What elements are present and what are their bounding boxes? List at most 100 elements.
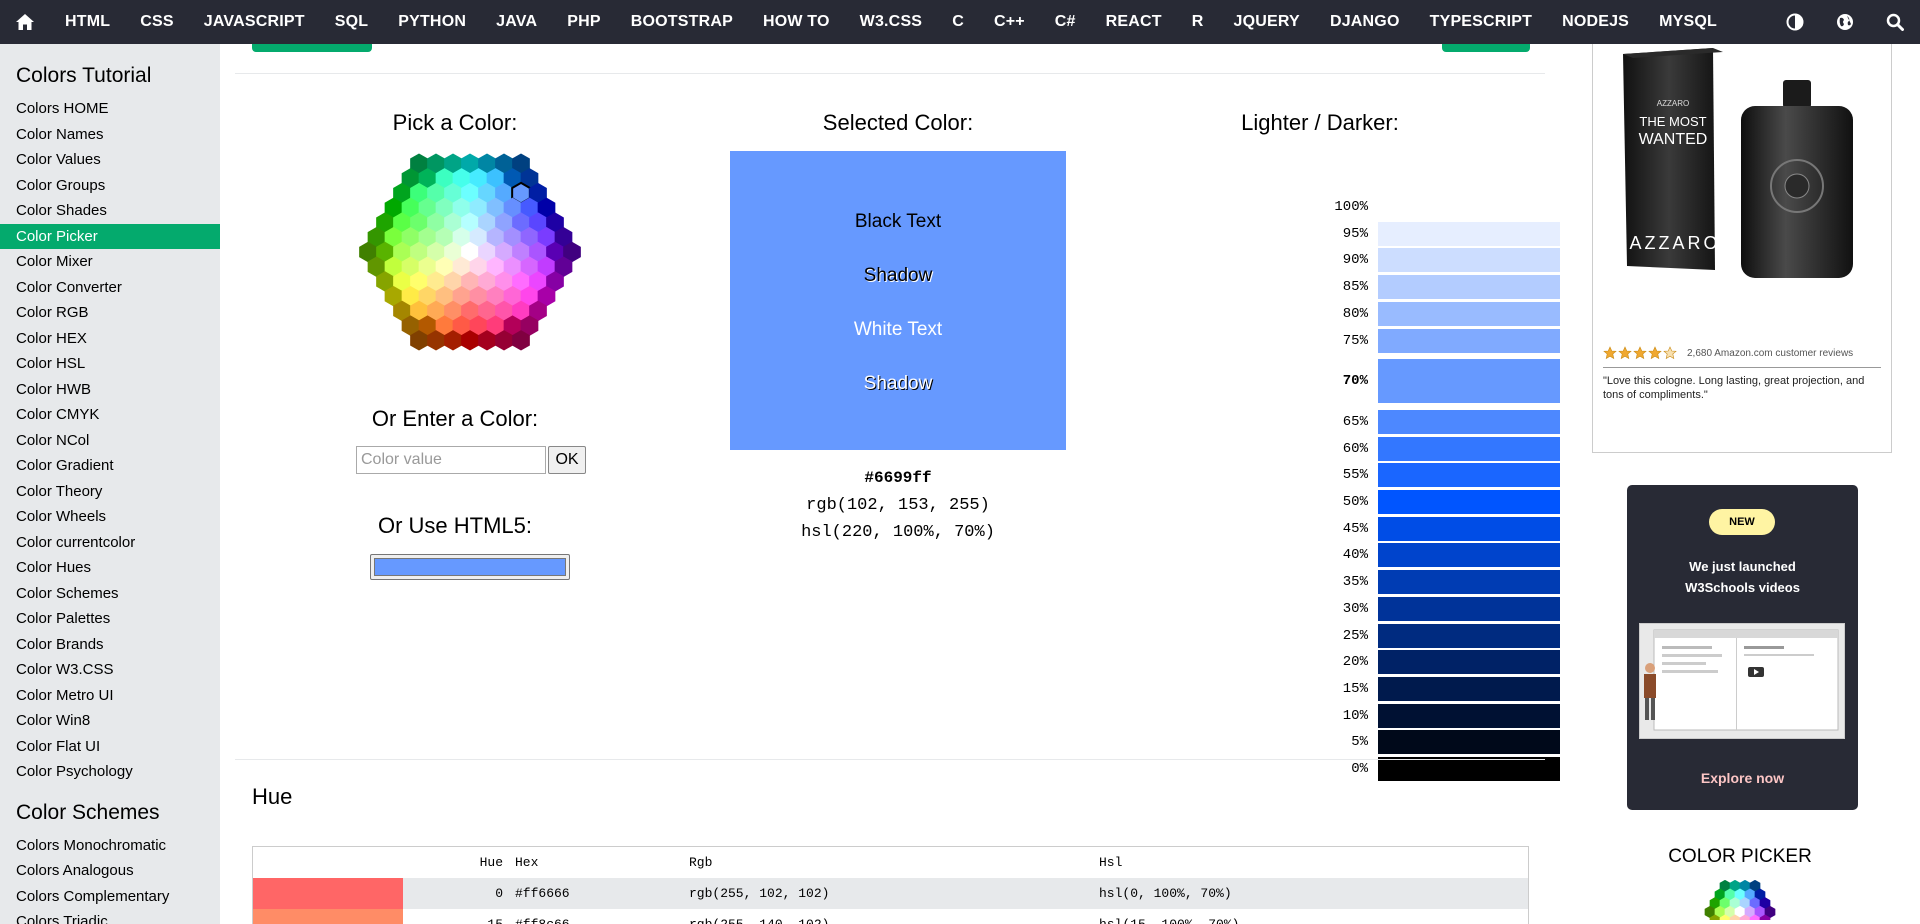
explore-now-link[interactable]: Explore now <box>1627 770 1858 786</box>
hue-cell-hue: 0 <box>495 886 503 901</box>
sidebar-item-color-currentcolor[interactable]: Color currentcolor <box>0 530 220 556</box>
sidebar-item-color-hex[interactable]: Color HEX <box>0 326 220 352</box>
nav-link-django[interactable]: DJANGO <box>1315 0 1415 44</box>
shade-swatch[interactable] <box>1378 490 1560 514</box>
selected-color-preview: Black Text Shadow White Text Shadow <box>730 151 1066 450</box>
nav-link-sql[interactable]: SQL <box>320 0 384 44</box>
sidebar-item-color-palettes[interactable]: Color Palettes <box>0 606 220 632</box>
sidebar-item-color-hues[interactable]: Color Hues <box>0 555 220 581</box>
video-thumbnail[interactable] <box>1639 623 1845 739</box>
nav-link-nodejs[interactable]: NODEJS <box>1547 0 1644 44</box>
nav-link-java[interactable]: JAVA <box>481 0 552 44</box>
sidebar-item-color-converter[interactable]: Color Converter <box>0 275 220 301</box>
search-button[interactable] <box>1870 0 1920 44</box>
nav-link-c[interactable]: C <box>937 0 979 44</box>
previous-button[interactable] <box>252 44 372 52</box>
sidebar-item-color-schemes[interactable]: Color Schemes <box>0 581 220 607</box>
shade-swatch[interactable] <box>1378 516 1560 541</box>
shade-swatch[interactable] <box>1378 570 1560 595</box>
color-picker-hexagon[interactable] <box>350 148 590 358</box>
shade-swatch[interactable] <box>1378 301 1560 326</box>
sidebar-item-color-flat-ui[interactable]: Color Flat UI <box>0 734 220 760</box>
nav-link-c[interactable]: C# <box>1040 0 1091 44</box>
nav-link-jquery[interactable]: JQUERY <box>1219 0 1315 44</box>
sidebar-item-color-metro-ui[interactable]: Color Metro UI <box>0 683 220 709</box>
sidebar-item-color-values[interactable]: Color Values <box>0 147 220 173</box>
shade-swatch[interactable] <box>1378 248 1560 273</box>
nav-link-html[interactable]: HTML <box>50 0 125 44</box>
sidebar-item-color-gradient[interactable]: Color Gradient <box>0 453 220 479</box>
shade-swatch[interactable] <box>1378 543 1560 568</box>
color-value-input[interactable] <box>356 446 546 474</box>
product-text-line1: THE MOST <box>1639 114 1706 129</box>
nav-link-bootstrap[interactable]: BOOTSTRAP <box>616 0 748 44</box>
nav-link-javascript[interactable]: JAVASCRIPT <box>189 0 320 44</box>
html5-color-input[interactable] <box>370 554 570 580</box>
shade-swatch[interactable] <box>1378 275 1560 300</box>
sidebar-item-color-hsl[interactable]: Color HSL <box>0 351 220 377</box>
home-button[interactable] <box>0 0 50 44</box>
shade-swatch[interactable] <box>1378 195 1560 219</box>
nav-link-react[interactable]: REACT <box>1091 0 1177 44</box>
sidebar-item-colors-analogous[interactable]: Colors Analogous <box>0 858 220 884</box>
table-row: 0 #ff6666 rgb(255, 102, 102) hsl(0, 100%, 7… <box>253 878 1528 909</box>
nav-link-c[interactable]: C++ <box>979 0 1040 44</box>
next-button[interactable] <box>1442 44 1530 52</box>
mini-color-picker[interactable] <box>1695 880 1785 920</box>
shade-swatch[interactable] <box>1378 703 1560 728</box>
sidebar-list-schemes: Colors Monochromatic Colors Analogous Colo… <box>0 833 220 924</box>
shade-swatch[interactable] <box>1378 436 1560 461</box>
sidebar-item-color-cmyk[interactable]: Color CMYK <box>0 402 220 428</box>
advertisement[interactable]: AZZARO THE MOST WANTED AZZARO 2,680 Amaz… <box>1592 44 1892 453</box>
shade-percent: 100% <box>1334 199 1368 215</box>
shade-swatch[interactable] <box>1378 650 1560 675</box>
hue-swatch[interactable] <box>253 878 403 909</box>
sidebar-item-color-hwb[interactable]: Color HWB <box>0 377 220 403</box>
shade-swatch[interactable] <box>1378 409 1560 434</box>
nav-link-how-to[interactable]: HOW TO <box>748 0 845 44</box>
sidebar-item-color-ncol[interactable]: Color NCol <box>0 428 220 454</box>
theme-toggle-button[interactable] <box>1770 0 1820 44</box>
sidebar-item-colors-complementary[interactable]: Colors Complementary <box>0 884 220 910</box>
sidebar-item-color-w3-css[interactable]: Color W3.CSS <box>0 657 220 683</box>
sidebar-item-colors-monochromatic[interactable]: Colors Monochromatic <box>0 833 220 859</box>
sidebar-item-colors-triadic[interactable]: Colors Triadic <box>0 909 220 924</box>
sidebar-item-colors-home[interactable]: Colors HOME <box>0 96 220 122</box>
shade-swatch[interactable] <box>1378 757 1560 781</box>
sidebar-item-color-wheels[interactable]: Color Wheels <box>0 504 220 530</box>
ok-button[interactable]: OK <box>548 446 586 474</box>
sidebar-item-color-picker[interactable]: Color Picker <box>0 223 220 249</box>
nav-link-php[interactable]: PHP <box>552 0 616 44</box>
shade-swatch[interactable] <box>1378 221 1560 246</box>
sidebar-item-color-names[interactable]: Color Names <box>0 122 220 148</box>
shade-swatch[interactable] <box>1378 359 1560 404</box>
hue-cell-rgb: rgb(255, 140, 102) <box>689 909 829 924</box>
nav-link-mysql[interactable]: MYSQL <box>1644 0 1732 44</box>
shade-swatch[interactable] <box>1378 596 1560 621</box>
sidebar-item-color-mixer[interactable]: Color Mixer <box>0 249 220 275</box>
shade-swatch[interactable] <box>1378 623 1560 648</box>
shade-percent: 25% <box>1342 627 1368 644</box>
header-hue: Hue <box>479 855 503 870</box>
nav-link-python[interactable]: PYTHON <box>383 0 481 44</box>
shade-percent: 65% <box>1342 413 1368 430</box>
video-promo-card[interactable]: NEW We just launched W3Schools videos Ex… <box>1627 485 1858 810</box>
sidebar-item-color-win8[interactable]: Color Win8 <box>0 708 220 734</box>
nav-link-css[interactable]: CSS <box>125 0 189 44</box>
nav-link-r[interactable]: R <box>1177 0 1219 44</box>
hue-swatch[interactable] <box>253 909 403 924</box>
sidebar-item-color-groups[interactable]: Color Groups <box>0 173 220 199</box>
nav-link-w3-css[interactable]: W3.CSS <box>845 0 938 44</box>
nav-link-typescript[interactable]: TYPESCRIPT <box>1415 0 1547 44</box>
shade-swatch[interactable] <box>1378 676 1560 701</box>
shade-swatch[interactable] <box>1378 328 1560 353</box>
language-button[interactable] <box>1820 0 1870 44</box>
sidebar-item-color-psychology[interactable]: Color Psychology <box>0 759 220 785</box>
sidebar-item-color-shades[interactable]: Color Shades <box>0 198 220 224</box>
shade-swatch[interactable] <box>1378 463 1560 488</box>
sidebar-item-color-brands[interactable]: Color Brands <box>0 632 220 658</box>
selected-color-title: Selected Color: <box>822 110 974 135</box>
shade-swatch[interactable] <box>1378 730 1560 755</box>
sidebar-item-color-rgb[interactable]: Color RGB <box>0 300 220 326</box>
sidebar-item-color-theory[interactable]: Color Theory <box>0 479 220 505</box>
